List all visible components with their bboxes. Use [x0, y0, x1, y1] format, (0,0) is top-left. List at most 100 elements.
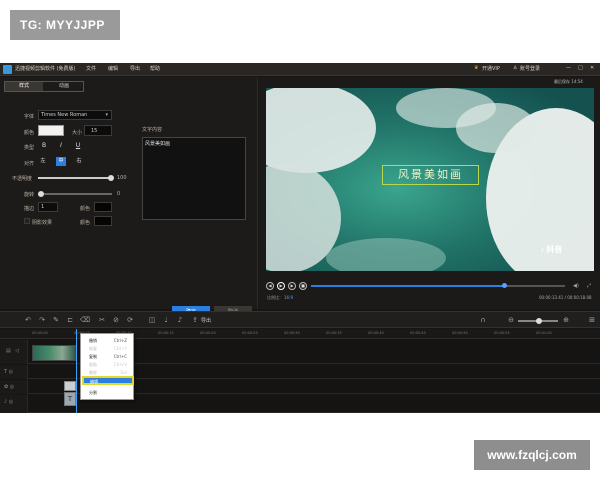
stop-icon[interactable]: ■ [299, 282, 307, 290]
mosaic-icon[interactable]: ◫ [148, 316, 156, 324]
sticker-track-header: ✿ ◎ [0, 380, 28, 394]
progress-knob[interactable] [502, 283, 508, 288]
text-clip-icon[interactable]: T [64, 392, 76, 406]
redo-icon[interactable]: ↷ [38, 316, 46, 324]
panel-tabs: 样式 动画 [4, 81, 84, 92]
crop-icon[interactable]: ⊏ [66, 316, 74, 324]
microphone-icon[interactable]: ♩ [162, 316, 170, 324]
rotate-slider[interactable] [38, 191, 112, 197]
text-style-panel: 样式 动画 字体 Times New Roman ▾ 颜色 大小 15 类型 B… [0, 77, 258, 318]
export-button[interactable]: 导出 [201, 317, 211, 324]
menu-file[interactable]: 文件 [86, 65, 96, 72]
audio-track-header: ♪ ◎ [0, 395, 28, 413]
account-login-button[interactable]: 账号登录 [520, 65, 540, 72]
playback-progress[interactable] [311, 283, 565, 288]
play-icon[interactable]: ▶ [277, 282, 285, 290]
menu-item-shortcut: Ctrl+Z [113, 338, 127, 343]
split-icon[interactable]: ✂ [98, 316, 106, 324]
stroke-color-swatch[interactable] [94, 202, 112, 212]
menu-item-shortcut: Del [120, 370, 127, 375]
menu-edit[interactable]: 编辑 [108, 65, 118, 72]
text-content-input[interactable]: 风景美如画 [142, 137, 246, 220]
timeline-toolbar: ↶ ↷ ✎ ⊏ ⌫ ✂ ⊘ ⟳ ◫ ♩ ♪ ⇪ 导出 ∩ ⊖ ⊕ ⊞ [0, 311, 600, 328]
italic-button[interactable]: I [57, 141, 65, 150]
menu-item-shortcut: Ctrl+Y [114, 346, 127, 351]
audio-icon[interactable]: ♪ [176, 316, 184, 324]
ruler-tick: 00:00:15 [158, 331, 174, 335]
watermark-bottom: www.fzqlcj.com [474, 440, 590, 470]
minimize-button[interactable]: — [566, 65, 571, 71]
close-button[interactable]: ✕ [590, 65, 594, 71]
video-track-header: ▤ ◁ [0, 340, 28, 364]
menu-item-paste[interactable]: 粘贴 Ctrl+V [81, 360, 135, 368]
timeline-zoom-knob[interactable] [536, 318, 542, 324]
video-title-overlay[interactable]: 风景美如画 [382, 165, 479, 185]
menu-item-undo[interactable]: 撤销 Ctrl+Z [81, 336, 135, 344]
ruler-tick: 00:00:35 [326, 331, 342, 335]
zoom-out-icon[interactable]: ⊖ [507, 316, 515, 324]
export-icon[interactable]: ⇪ [191, 316, 199, 324]
stroke-color-label: 颜色 [80, 206, 91, 212]
vip-crown-icon: ♛ [474, 65, 479, 71]
fit-icon[interactable]: ⊞ [588, 316, 596, 324]
underline-button[interactable]: U [74, 141, 82, 150]
tab-style[interactable]: 样式 [5, 82, 43, 91]
rotate-icon[interactable]: ⟳ [126, 316, 134, 324]
speed-icon[interactable]: ⊘ [112, 316, 120, 324]
rotate-slider-knob[interactable] [38, 191, 44, 197]
content-label: 文字内容 [142, 127, 163, 133]
mute-icon[interactable]: ◁ [15, 348, 19, 354]
stroke-label: 描边 [24, 206, 35, 212]
shadow-checkbox[interactable] [24, 218, 30, 224]
menu-item-copy[interactable]: 复制 Ctrl+C [81, 352, 135, 360]
font-select[interactable]: Times New Roman ▾ [38, 110, 112, 120]
tab-animation[interactable]: 动画 [45, 82, 83, 91]
bold-button[interactable]: B [40, 141, 48, 150]
menu-item-edit[interactable]: 编辑 [82, 376, 134, 385]
ruler-tick: 00:00:20 [200, 331, 216, 335]
delete-icon[interactable]: ⌫ [80, 316, 90, 324]
align-label: 对齐 [24, 161, 35, 167]
align-left-button[interactable]: 左 [38, 157, 48, 166]
size-label: 大小 [72, 130, 83, 136]
menu-item-redo[interactable]: 恢复 Ctrl+Y [81, 344, 135, 352]
color-label: 颜色 [24, 130, 35, 136]
last-saved-time: 最后保存 14:54 [554, 79, 583, 84]
edit-icon[interactable]: ✎ [52, 316, 60, 324]
stroke-stepper[interactable]: 1 [38, 202, 58, 212]
rewind-icon[interactable]: ◀ [266, 282, 274, 290]
fullscreen-icon[interactable]: ⤢ [587, 283, 591, 289]
shadow-color-swatch[interactable] [94, 216, 112, 226]
rotate-value: 0 [117, 191, 121, 197]
rotate-label: 旋转 [24, 192, 35, 198]
menu-item-delete[interactable]: 删除 Del [81, 368, 135, 376]
video-clip[interactable] [32, 345, 76, 361]
align-center-button[interactable]: 中 [56, 157, 66, 166]
user-icon: ♙ [513, 65, 518, 71]
magnet-icon[interactable]: ∩ [479, 316, 487, 324]
app-title: 迅捷视频剪辑软件 (免费版) [15, 66, 76, 72]
ruler-tick: 00:00:00 [32, 331, 48, 335]
opacity-slider[interactable] [38, 175, 114, 181]
menu-item-split[interactable]: 分割 [81, 388, 135, 396]
align-right-button[interactable]: 右 [74, 157, 84, 166]
ruler-tick: 00:00:30 [284, 331, 300, 335]
maximize-button[interactable]: □ [578, 65, 583, 71]
tiktok-watermark: ♪ 抖音 [540, 245, 563, 254]
timeline-zoom-slider[interactable] [518, 318, 558, 324]
playhead[interactable] [76, 329, 77, 413]
menu-help[interactable]: 帮助 [150, 65, 160, 72]
opacity-slider-knob[interactable] [108, 175, 114, 181]
volume-icon[interactable]: ◀) [573, 283, 579, 289]
ratio-label: 比例比： [267, 295, 283, 300]
vip-button[interactable]: 开通VIP [482, 65, 500, 72]
undo-icon[interactable]: ↶ [24, 316, 32, 324]
text-color-swatch[interactable] [38, 125, 64, 136]
font-value: Times New Roman [41, 112, 88, 118]
size-input[interactable]: 15 [84, 125, 112, 136]
zoom-in-icon[interactable]: ⊕ [562, 316, 570, 324]
forward-icon[interactable]: ▶ [288, 282, 296, 290]
text-clip[interactable] [64, 381, 76, 391]
ratio-value[interactable]: 16:9 [284, 295, 293, 300]
menu-export[interactable]: 导出 [130, 65, 140, 72]
